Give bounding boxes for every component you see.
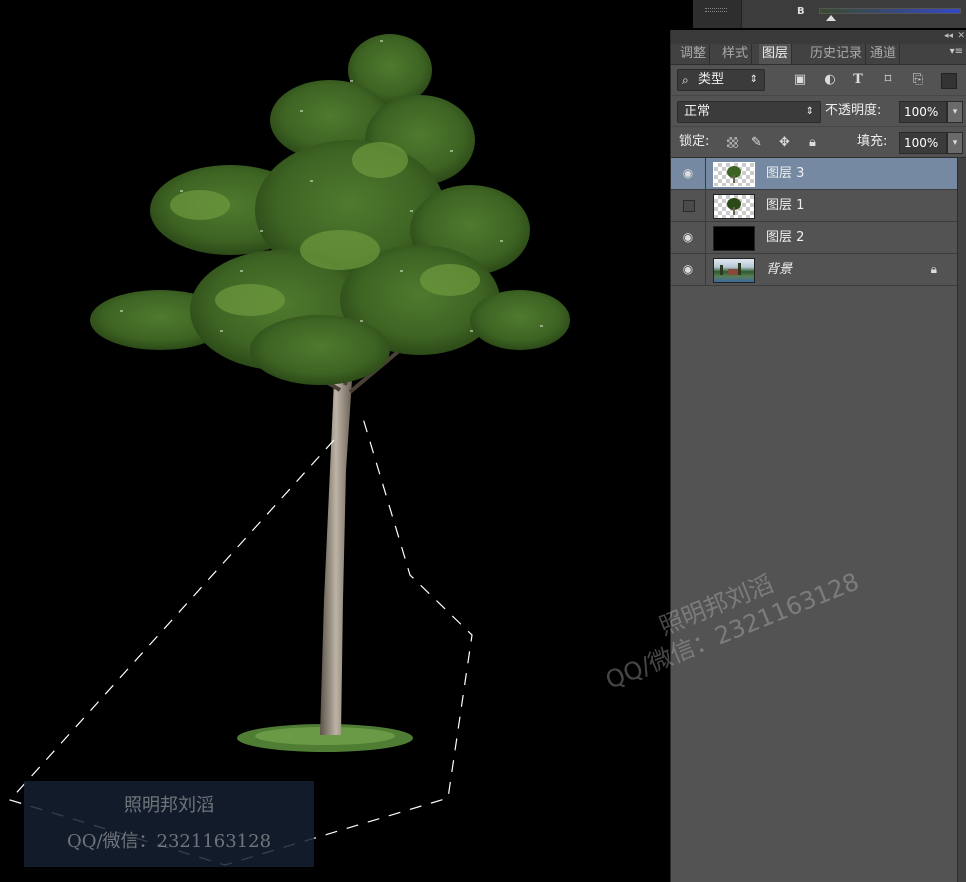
document-canvas[interactable] — [0, 0, 670, 882]
eye-icon[interactable]: ◉ — [680, 231, 696, 243]
layer-thumbnail — [713, 258, 755, 283]
image-filter-icon[interactable]: ▣ — [791, 71, 809, 89]
collapse-icon[interactable]: ◂◂ — [944, 31, 953, 41]
fill-label: 填充: — [857, 134, 888, 149]
layer-row-background[interactable]: ◉ 背景 🔒︎ — [671, 254, 957, 286]
blend-mode-value: 正常 — [684, 104, 711, 119]
updown-icon: ⇕ — [805, 106, 814, 117]
layer-row-3[interactable]: ◉ 图层 3 — [671, 158, 957, 190]
lock-label: 锁定: — [679, 134, 710, 149]
lock-pixels-icon[interactable]: ✎ — [751, 136, 762, 149]
layer-row-2[interactable]: ◉ 图层 2 — [671, 222, 957, 254]
layers-panel: ◂◂ ✕ 调整 样式 图层 历史记录 通道 ▾≡ ⌕ 类型 ⇕ ▣ ◐ T ⌑ … — [670, 30, 966, 882]
color-panel-strip: B — [693, 0, 966, 28]
tab-history[interactable]: 历史记录 — [807, 44, 866, 64]
layer-thumbnail — [713, 226, 755, 251]
blend-row: 正常 ⇕ 不透明度: 100% ▾ — [671, 96, 966, 127]
lock-all-icon[interactable]: 🔒︎ — [809, 136, 816, 149]
tab-adjustments[interactable]: 调整 — [677, 44, 711, 64]
watermark-box-line1: 照明邦刘滔 — [124, 795, 214, 816]
tree-thumbnail-icon — [727, 198, 741, 215]
divider — [705, 158, 706, 189]
watermark-box-line2: QQ/微信：2321163128 — [66, 831, 272, 852]
lock-icon: 🔒︎ — [930, 262, 937, 276]
tree-thumbnail-icon — [727, 166, 741, 183]
blend-mode-select[interactable]: 正常 ⇕ — [677, 101, 821, 123]
tab-styles[interactable]: 样式 — [719, 44, 753, 64]
opacity-input[interactable]: 100% — [899, 101, 947, 123]
layer-name[interactable]: 背景 — [766, 254, 792, 285]
layer-filter-row: ⌕ 类型 ⇕ ▣ ◐ T ⌑ ⎘ — [671, 65, 966, 96]
lock-transparency-icon[interactable] — [727, 137, 738, 148]
lock-row: 锁定: ✎ ✥ 🔒︎ 填充: 100% ▾ — [671, 127, 966, 158]
photo-thumbnail-icon — [720, 263, 741, 275]
panel-menu-icon[interactable]: ▾≡ — [950, 46, 963, 57]
tab-channels[interactable]: 通道 — [867, 44, 901, 64]
eye-icon[interactable]: ◉ — [680, 167, 696, 179]
opacity-dropdown-icon[interactable]: ▾ — [947, 101, 963, 123]
smart-object-filter-icon[interactable]: ⎘ — [909, 71, 927, 89]
fill-dropdown-icon[interactable]: ▾ — [947, 132, 963, 154]
opacity-label: 不透明度: — [825, 103, 882, 118]
b-channel-slider[interactable] — [819, 8, 961, 14]
close-icon[interactable]: ✕ — [957, 31, 965, 41]
lock-position-icon[interactable]: ✥ — [779, 136, 790, 149]
layer-name[interactable]: 图层 3 — [766, 158, 804, 189]
divider — [705, 222, 706, 253]
layer-list: ◉ 图层 3 图层 1 ◉ 图层 2 ◉ 背景 🔒︎ — [671, 158, 957, 286]
layer-name[interactable]: 图层 2 — [766, 222, 804, 253]
layer-thumbnail — [713, 162, 755, 187]
panel-dock-button[interactable] — [693, 0, 742, 28]
layer-thumbnail — [713, 194, 755, 219]
tab-layers[interactable]: 图层 — [759, 44, 793, 64]
tree-image — [8, 34, 570, 866]
search-icon: ⌕ — [682, 73, 689, 87]
adjustment-filter-icon[interactable]: ◐ — [821, 71, 839, 89]
filter-toggle-icon[interactable] — [941, 73, 957, 89]
panel-tabs: 调整 样式 图层 历史记录 通道 ▾≡ — [671, 44, 966, 65]
grip-icon — [705, 8, 727, 12]
eye-icon[interactable]: ◉ — [680, 263, 696, 275]
channel-label: B — [797, 6, 805, 17]
panel-header[interactable]: ◂◂ ✕ — [671, 30, 966, 44]
filter-type-select[interactable]: ⌕ 类型 ⇕ — [677, 69, 765, 91]
slider-thumb[interactable] — [826, 15, 836, 21]
text-filter-icon[interactable]: T — [849, 71, 867, 89]
visibility-toggle-off[interactable] — [683, 200, 695, 212]
fill-input[interactable]: 100% — [899, 132, 947, 154]
filter-type-label: 类型 — [698, 72, 725, 87]
divider — [705, 254, 706, 285]
panel-scrollbar[interactable] — [957, 158, 966, 882]
shape-filter-icon[interactable]: ⌑ — [879, 71, 897, 89]
updown-icon: ⇕ — [749, 74, 758, 85]
divider — [705, 190, 706, 221]
layer-row-1[interactable]: 图层 1 — [671, 190, 957, 222]
watermark-box: 照明邦刘滔 QQ/微信：2321163128 — [24, 781, 314, 867]
layer-name[interactable]: 图层 1 — [766, 190, 804, 221]
